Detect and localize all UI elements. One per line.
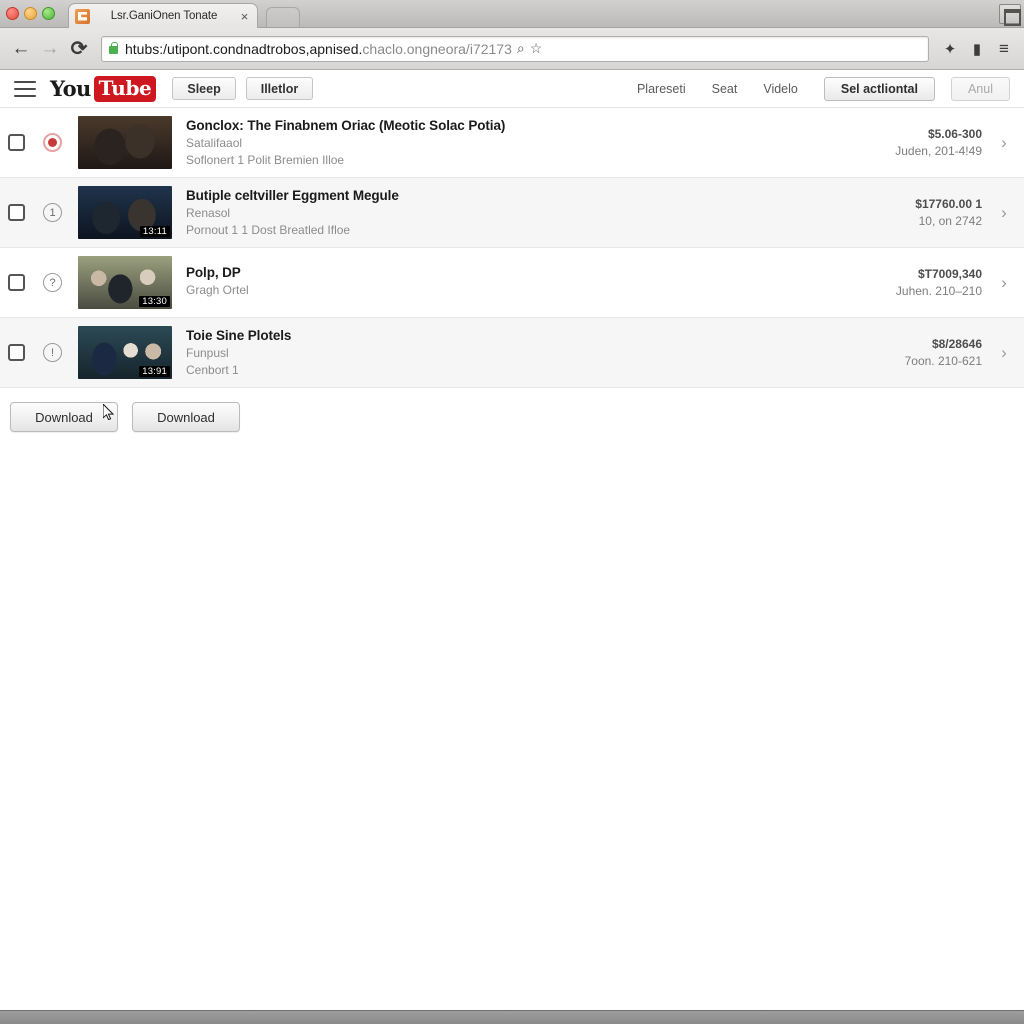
download-button-secondary[interactable]: Download	[132, 402, 240, 432]
video-title[interactable]: Toie Sine Plotels	[186, 328, 905, 343]
video-subtitle: Gragh Ortel	[186, 283, 249, 297]
chevron-right-icon[interactable]: ›	[998, 133, 1010, 153]
row-amount: $17760.00 1	[915, 197, 982, 211]
illetlor-button[interactable]: Illetlor	[245, 77, 314, 100]
browser-menu-icon[interactable]: ≡	[992, 36, 1016, 62]
reload-icon[interactable]: ⟳	[66, 36, 92, 62]
table-row[interactable]: Gonclox: The Finabnem Oriac (Meotic Sola…	[0, 108, 1024, 178]
video-thumbnail[interactable]: 13:30	[78, 256, 172, 309]
window-restore-button[interactable]	[999, 4, 1021, 26]
row-amount: $T7009,340	[917, 267, 982, 281]
browser-tab[interactable]: Lsr.GaniOnen Tonate ×	[68, 3, 258, 28]
extension-icon-1[interactable]: ✦	[938, 36, 962, 62]
video-subtitle: Satalifaaol	[186, 136, 243, 150]
row-checkbox[interactable]	[8, 344, 25, 361]
download-button-primary[interactable]: Download	[10, 402, 118, 432]
bookmark-star-icon[interactable]: ☆	[530, 40, 543, 57]
window-controls	[6, 7, 55, 20]
action-bar: Download Download	[0, 388, 1024, 432]
table-row[interactable]: 1 13:11 Butiple celtviller Eggment Megul…	[0, 178, 1024, 248]
video-thumbnail[interactable]	[78, 116, 172, 169]
duration-badge: 13:11	[139, 226, 170, 237]
lock-icon	[108, 42, 119, 55]
row-amount: $5.06-300	[927, 127, 982, 141]
row-checkbox[interactable]	[8, 274, 25, 291]
duration-badge: 13:91	[139, 366, 170, 377]
set-additional-button[interactable]: Sel actliontal	[823, 76, 935, 101]
window-close-button[interactable]	[6, 7, 19, 20]
video-thumbnail[interactable]: 13:11	[78, 186, 172, 239]
row-values: $5.06-300 Juden, 201-4!49	[895, 127, 982, 158]
chevron-right-icon[interactable]: ›	[998, 343, 1010, 363]
hamburger-menu-icon[interactable]	[14, 80, 36, 97]
video-list: Gonclox: The Finabnem Oriac (Meotic Sola…	[0, 108, 1024, 388]
row-values: $8/28646 7oon. 210-621	[905, 337, 982, 368]
chevron-right-icon[interactable]: ›	[998, 273, 1010, 293]
navigation-bar: ← → ⟳ htubs:/utipont.condnadtrobos,apnis…	[0, 28, 1024, 70]
extension-icon-2[interactable]: ▮	[965, 36, 989, 62]
url-path: chaclo.ongneora/i72173	[362, 40, 512, 57]
new-tab-button[interactable]	[266, 7, 300, 27]
logo-tube-text: Tube	[93, 75, 157, 102]
video-title[interactable]: Gonclox: The Finabnem Oriac (Meotic Sola…	[186, 118, 895, 133]
videlo-link[interactable]: Videlo	[763, 82, 798, 96]
video-thumbnail[interactable]: 13:91	[78, 326, 172, 379]
window-maximize-button[interactable]	[42, 7, 55, 20]
row-details: Butiple celtviller Eggment Megule Renaso…	[186, 188, 915, 237]
address-bar[interactable]: htubs:/utipont.condnadtrobos,apnised.cha…	[101, 35, 929, 62]
sleep-button[interactable]: Sleep	[172, 77, 236, 100]
row-values: $T7009,340 Juhen. 210–210	[896, 267, 982, 298]
row-checkbox[interactable]	[8, 134, 25, 151]
video-subtitle-secondary: Cenbort 1	[186, 363, 239, 377]
help-badge-icon[interactable]: ?	[43, 273, 62, 292]
row-meta: 10, on 2742	[918, 214, 982, 228]
search-icon[interactable]: ⌕	[517, 40, 525, 57]
anul-button[interactable]: Anul	[950, 76, 1010, 101]
header-actions: Plareseti Seat Videlo Sel actliontal Anu…	[637, 76, 1010, 101]
row-details: Gonclox: The Finabnem Oriac (Meotic Sola…	[186, 118, 895, 167]
tab-title: Lsr.GaniOnen Tonate	[110, 10, 218, 22]
video-subtitle: Renasol	[186, 206, 231, 220]
back-arrow-icon[interactable]: ←	[8, 36, 34, 62]
row-values: $17760.00 1 10, on 2742	[915, 197, 982, 228]
browser-chrome: Lsr.GaniOnen Tonate × ← → ⟳ htubs:/utipo…	[0, 0, 1024, 70]
row-meta: Juden, 201-4!49	[895, 144, 982, 158]
duration-badge: 13:30	[139, 296, 170, 307]
video-subtitle: Funpusl	[186, 346, 229, 360]
tab-strip: Lsr.GaniOnen Tonate ×	[0, 0, 1024, 28]
page-content: You Tube Sleep Illetlor Plareseti Seat V…	[0, 70, 1024, 1024]
video-title[interactable]: Butiple celtviller Eggment Megule	[186, 188, 915, 203]
youtube-logo[interactable]: You Tube	[50, 75, 157, 102]
forward-arrow-icon[interactable]: →	[37, 36, 63, 62]
url-domain: htubs:/utipont.condnadtrobos,apnised.	[125, 40, 363, 57]
video-subtitle-secondary: Pornout 1 1 Dost Breatled Ifloe	[186, 223, 351, 237]
window-minimize-button[interactable]	[24, 7, 37, 20]
table-row[interactable]: ? 13:30 Polp, DP Gragh Ortel $T7009,340 …	[0, 248, 1024, 318]
logo-you-text: You	[50, 76, 91, 101]
video-subtitle-secondary: Soflonert 1 Polit Bremien Illoe	[186, 153, 345, 167]
plareseti-link[interactable]: Plareseti	[637, 82, 686, 96]
row-checkbox[interactable]	[8, 204, 25, 221]
close-icon[interactable]: ×	[238, 9, 251, 24]
row-amount: $8/28646	[931, 337, 982, 351]
row-details: Toie Sine Plotels Funpusl Cenbort 1	[186, 328, 905, 377]
row-meta: Juhen. 210–210	[895, 284, 982, 298]
row-details: Polp, DP Gragh Ortel	[186, 265, 896, 300]
record-status-icon[interactable]	[43, 133, 62, 152]
count-badge-icon[interactable]: 1	[43, 203, 62, 222]
video-title[interactable]: Polp, DP	[186, 265, 896, 280]
url-text: htubs:/utipont.condnadtrobos,apnised.cha…	[125, 41, 512, 57]
page-favicon	[75, 8, 90, 24]
seat-link[interactable]: Seat	[712, 82, 738, 96]
alert-badge-icon[interactable]: !	[43, 343, 62, 362]
site-header: You Tube Sleep Illetlor Plareseti Seat V…	[0, 70, 1024, 108]
chevron-right-icon[interactable]: ›	[998, 203, 1010, 223]
table-row[interactable]: ! 13:91 Toie Sine Plotels Funpusl Cenbor…	[0, 318, 1024, 388]
status-bar	[0, 1010, 1024, 1024]
row-meta: 7oon. 210-621	[904, 354, 982, 368]
